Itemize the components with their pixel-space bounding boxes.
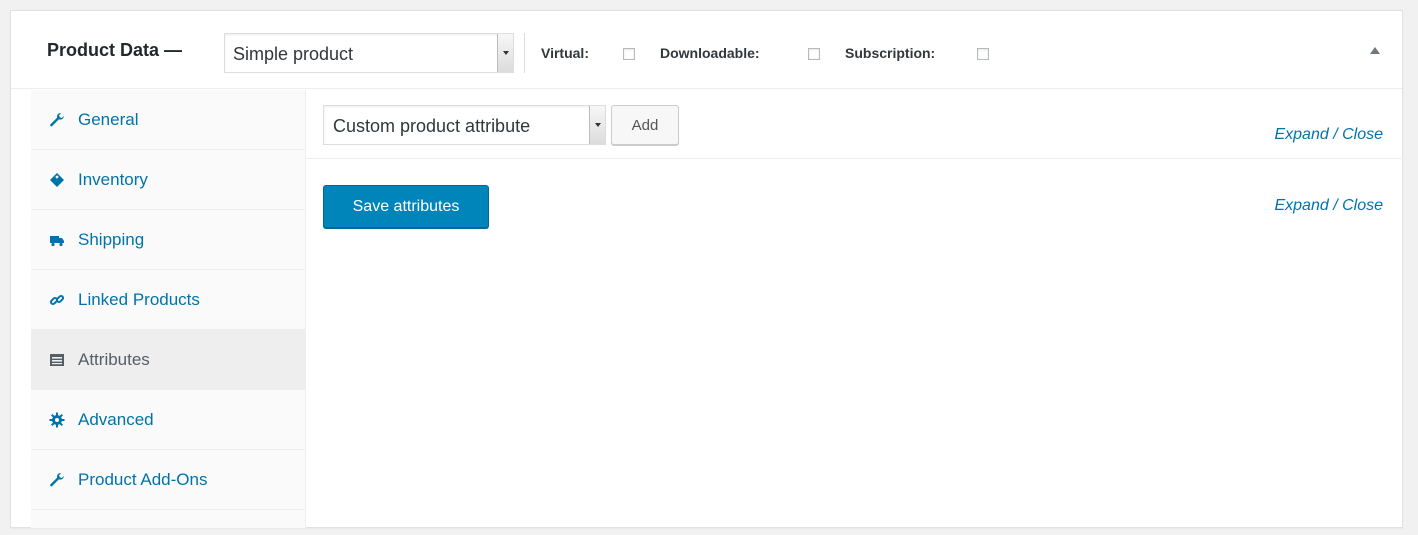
tab-label: Shipping [78,229,145,249]
subscription-label: Subscription: [845,45,936,61]
chevron-down-icon [589,106,605,144]
tab-label: Attributes [78,349,150,369]
attribute-taxonomy-select[interactable]: Custom product attribute [323,105,606,145]
tab-general[interactable]: General [31,90,305,150]
add-attribute-button[interactable]: Add [611,105,679,145]
tab-attributes[interactable]: Attributes [31,330,305,390]
tag-icon [49,172,65,188]
tab-shipping[interactable]: Shipping [31,210,305,270]
tab-label: Linked Products [78,289,200,309]
panel-title: Product Data — [47,40,183,60]
tab-linked-products[interactable]: Linked Products [31,270,305,330]
collapse-arrow-icon[interactable] [1368,43,1382,57]
subscription-checkbox[interactable] [977,48,989,60]
expand-close-link-bottom[interactable]: Expand / Close [1274,197,1383,215]
downloadable-checkbox[interactable] [808,48,820,60]
save-attributes-button[interactable]: Save attributes [323,185,489,228]
product-type-value: Simple product [233,44,354,64]
link-icon [49,292,65,308]
tab-label: Inventory [78,169,148,189]
product-data-tabs: General Inventory Shipping Linked Produc… [31,90,306,528]
gear-icon [49,412,65,428]
downloadable-label: Downloadable: [660,45,760,61]
chevron-down-icon [497,34,513,72]
list-icon [49,352,65,368]
product-data-panel: Product Data — Simple product Virtual: D… [10,10,1403,528]
tab-product-add-ons[interactable]: Product Add-Ons [31,450,305,510]
virtual-checkbox[interactable] [623,48,635,60]
tab-label: Product Add-Ons [78,469,208,489]
product-type-select[interactable]: Simple product [224,33,514,73]
wrench-icon [49,112,65,128]
tab-inventory[interactable]: Inventory [31,150,305,210]
virtual-label: Virtual: [541,45,589,61]
attribute-select-value: Custom product attribute [333,116,531,136]
truck-icon [49,232,65,248]
panel-header: Product Data — Simple product Virtual: D… [11,11,1402,89]
attributes-toolbar: Custom product attribute Add Expand / Cl… [306,90,1403,159]
tab-label: Advanced [78,409,154,429]
header-divider [524,33,525,73]
tab-advanced[interactable]: Advanced [31,390,305,450]
expand-close-link[interactable]: Expand / Close [1274,126,1383,144]
tab-label: General [78,109,139,129]
wrench-icon [49,472,65,488]
attributes-panel: Custom product attribute Add Expand / Cl… [306,90,1403,528]
